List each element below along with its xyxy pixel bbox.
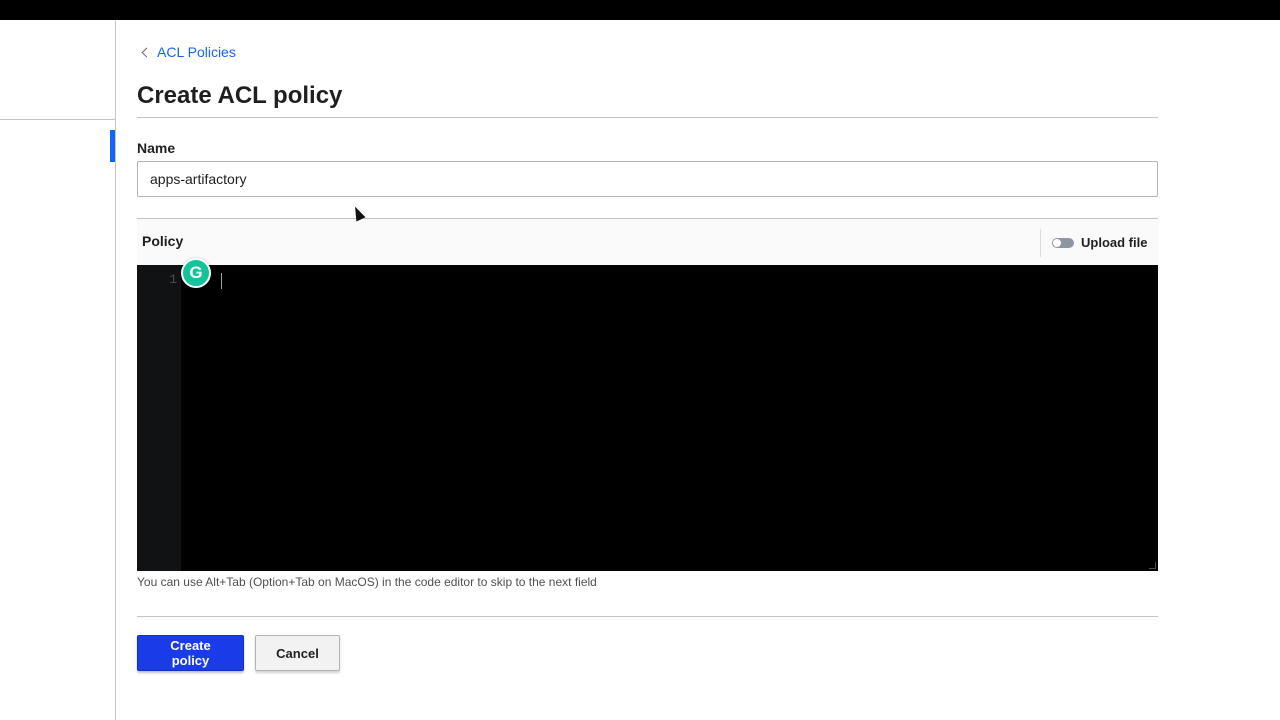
sidebar	[0, 20, 116, 720]
footer-divider	[137, 616, 1158, 617]
text-caret	[221, 273, 222, 289]
breadcrumb-label: ACL Policies	[157, 44, 236, 60]
sidebar-active-indicator	[110, 130, 115, 162]
toggle-knob	[1053, 238, 1061, 247]
page-title: Create ACL policy	[137, 82, 343, 109]
toggle-off-icon[interactable]	[1052, 237, 1074, 248]
chevron-left-icon	[141, 47, 152, 57]
upload-file-label: Upload file	[1081, 235, 1148, 250]
top-bar	[0, 0, 1280, 20]
create-policy-button[interactable]: Create policy	[137, 635, 244, 671]
policy-code-editor[interactable]: 1 G	[137, 258, 1158, 571]
grammarly-glyph: G	[189, 263, 203, 282]
name-label: Name	[137, 140, 176, 156]
upload-file-toggle[interactable]: Upload file	[1052, 235, 1147, 250]
grammarly-icon[interactable]: G	[181, 258, 211, 288]
line-number: 1	[169, 272, 177, 287]
sidebar-divider	[0, 119, 115, 120]
resize-grip-icon[interactable]	[1149, 562, 1156, 569]
header-separator	[1040, 229, 1041, 257]
policy-header: Policy Upload file	[137, 218, 1158, 265]
cancel-button[interactable]: Cancel	[255, 635, 340, 671]
editor-help-text: You can use Alt+Tab (Option+Tab on MacOS…	[137, 575, 597, 589]
editor-gutter: 1	[137, 265, 181, 571]
breadcrumb-acl-policies[interactable]: ACL Policies	[141, 44, 236, 60]
policy-label: Policy	[142, 233, 184, 249]
title-divider	[137, 117, 1158, 118]
name-input[interactable]	[137, 161, 1158, 197]
